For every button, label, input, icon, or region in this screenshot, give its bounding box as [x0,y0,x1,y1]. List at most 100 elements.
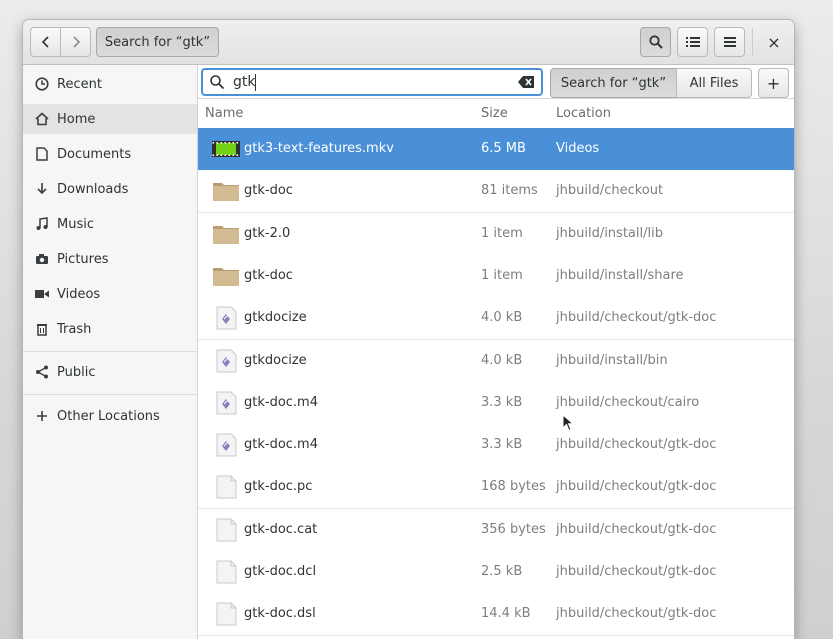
column-header-location[interactable]: Location [556,106,611,121]
add-search-button[interactable]: + [758,68,789,98]
places-sidebar: Recent Home Documents Downloads Music Pi… [23,65,198,639]
script-file-icon [212,433,240,457]
sidebar-item-label: Downloads [57,181,129,197]
file-location: jhbuild/checkout/gtk-doc [556,437,717,453]
search-bar: gtk Search for “gtk” All Files + [198,65,794,99]
sidebar-separator [23,394,197,395]
file-row[interactable]: gtk-2.0 1 item jhbuild/install/lib [198,212,794,256]
path-bar-button[interactable]: Search for “gtk” [96,27,219,57]
document-icon [34,146,50,162]
file-size: 14.4 kB [481,606,531,622]
text-file-icon [212,560,240,584]
file-name: gtk-doc.pc [244,479,313,495]
file-size: 2.5 kB [481,564,523,579]
home-icon [34,111,50,127]
sidebar-item-pictures[interactable]: Pictures [23,244,197,274]
file-list: gtk3-text-features.mkv 6.5 MB Videos gtk-do… [198,128,794,639]
file-row[interactable]: gtk-doc.dcl 2.5 kB jhbuild/checkout/gtk-do… [198,551,794,594]
search-icon [648,35,663,49]
file-row[interactable]: gtk-doc.pc 168 bytes jhbuild/checkout/gtk-… [198,466,794,510]
sidebar-item-trash[interactable]: Trash [23,314,197,344]
sidebar-item-label: Recent [57,76,102,92]
file-name: gtk-doc.m4 [244,437,318,453]
file-size: 81 items [481,183,538,199]
search-input[interactable]: gtk [201,68,543,96]
file-location: jhbuild/checkout/gtk-doc [556,310,717,326]
forward-button[interactable] [60,27,91,57]
file-row[interactable]: gtk-doc.dsl 14.4 kB jhbuild/checkout/gtk-d… [198,593,794,637]
file-row[interactable]: gtkdocize 4.0 kB jhbuild/install/bin [198,339,794,383]
search-icon [210,75,225,90]
file-location: jhbuild/checkout/gtk-doc [556,606,717,622]
close-button[interactable]: × [759,27,789,57]
file-size: 3.3 kB [481,394,523,410]
sidebar-item-label: Home [57,111,96,127]
back-button[interactable] [30,27,61,57]
file-size: 168 bytes [481,479,546,495]
file-location: jhbuild/install/lib [556,225,663,241]
file-size: 4.0 kB [481,310,523,326]
file-chooser-window: Search for “gtk” × Recent Home Documents [23,20,794,639]
script-file-icon [212,391,240,415]
plus-icon [34,408,50,424]
column-header-name[interactable]: Name [205,106,243,121]
search-toggle-button[interactable] [640,27,671,57]
file-name: gtk-doc [244,267,293,283]
download-icon [34,181,50,197]
header-bar: Search for “gtk” × [23,20,794,65]
column-header-size[interactable]: Size [481,106,508,121]
sidebar-item-other-locations[interactable]: Other Locations [23,401,197,431]
text-file-icon [212,518,240,542]
sidebar-item-videos[interactable]: Videos [23,279,197,309]
sidebar-item-downloads[interactable]: Downloads [23,174,197,204]
file-size: 3.3 kB [481,437,523,453]
menu-button[interactable] [714,27,745,57]
music-icon [34,216,50,232]
chevron-left-icon [41,36,49,48]
file-row[interactable]: gtk-doc.cat 356 bytes jhbuild/checkout/gtk… [198,508,794,552]
sidebar-item-documents[interactable]: Documents [23,139,197,169]
file-row[interactable]: gtk3-text-features.mkv 6.5 MB Videos [198,128,794,171]
sidebar-item-label: Pictures [57,251,109,267]
view-mode-button[interactable] [677,27,708,57]
file-row[interactable]: gtk-doc.m4 3.3 kB jhbuild/checkout/cairo [198,381,794,425]
scope-all-files-button[interactable]: All Files [676,68,752,98]
camera-icon [34,251,50,267]
trash-icon [34,321,50,337]
sidebar-item-recent[interactable]: Recent [23,69,197,99]
sidebar-item-home[interactable]: Home [23,104,197,134]
sidebar-item-label: Music [57,216,94,232]
file-row[interactable]: gtkdocize 4.0 kB jhbuild/checkout/gtk-doc [198,297,794,341]
script-file-icon [212,306,240,330]
file-name: gtk-doc [244,183,293,199]
video-file-icon [212,137,240,161]
scope-search-button[interactable]: Search for “gtk” [550,68,677,98]
header-separator [752,28,753,56]
menu-icon [723,37,736,47]
file-name: gtkdocize [244,352,307,368]
file-row[interactable]: gtk-doc 1 item jhbuild/install/share [198,254,794,298]
file-name: gtk-doc.cat [244,521,318,537]
file-location: jhbuild/checkout [556,183,664,199]
sidebar-item-public[interactable]: Public [23,357,197,387]
file-row[interactable]: gtk-doc.m4 3.3 kB jhbuild/checkout/gtk-doc [198,424,794,468]
clock-icon [34,76,50,92]
file-location: jhbuild/checkout/cairo [556,394,700,410]
column-headers: Name Size Location [198,99,794,129]
clear-text-icon[interactable] [517,74,535,90]
file-size: 1 item [481,225,523,241]
file-name: gtkdocize [244,310,307,326]
file-name: gtk-doc.dcl [244,564,317,579]
folder-icon [212,179,240,203]
close-icon: × [767,32,781,52]
sidebar-item-music[interactable]: Music [23,209,197,239]
mouse-pointer-icon [562,414,574,432]
file-size: 1 item [481,267,523,283]
text-file-icon [212,602,240,626]
search-input-value: gtk [233,74,256,90]
sidebar-item-label: Public [57,364,96,380]
navigation-buttons [30,27,91,57]
file-row[interactable]: gtk-doc 81 items jhbuild/checkout [198,170,794,214]
script-file-icon [212,349,240,373]
file-location: jhbuild/install/share [556,267,684,283]
